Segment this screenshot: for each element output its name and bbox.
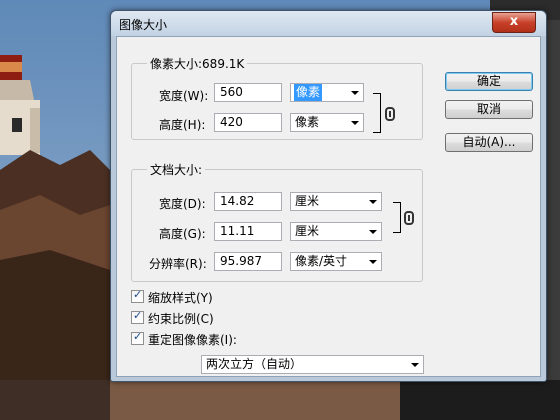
scale-styles-checkbox[interactable]: ✓ bbox=[131, 288, 144, 303]
cancel-button[interactable]: 取消 bbox=[445, 100, 533, 119]
title-bar[interactable]: 图像大小 x bbox=[111, 11, 546, 36]
resample-method-select[interactable]: 两次立方（自动） bbox=[201, 355, 424, 374]
doc-height-input[interactable]: 11.11 bbox=[214, 222, 282, 241]
constrain-proportions-checkbox[interactable]: ✓ bbox=[131, 309, 144, 324]
dialog-title: 图像大小 bbox=[119, 18, 168, 32]
doc-width-unit-value: 厘米 bbox=[295, 194, 320, 208]
doc-height-unit-value: 厘米 bbox=[295, 224, 320, 238]
chain-link-icon bbox=[404, 211, 414, 225]
pixel-height-label: 高度(H): bbox=[159, 118, 206, 132]
pixel-width-unit-value: 像素 bbox=[294, 84, 323, 101]
resolution-label: 分辨率(R): bbox=[149, 257, 207, 271]
close-button[interactable]: x bbox=[492, 12, 536, 33]
doc-height-label: 高度(G): bbox=[159, 227, 206, 241]
pixel-height-unit-value: 像素 bbox=[295, 115, 320, 129]
scale-styles-label: 缩放样式(Y) bbox=[148, 291, 213, 305]
pixel-height-input[interactable]: 420 bbox=[214, 113, 282, 132]
pixel-width-input[interactable]: 560 bbox=[214, 83, 282, 102]
auto-button[interactable]: 自动(A)... bbox=[445, 133, 533, 152]
resolution-unit-value: 像素/英寸 bbox=[295, 254, 348, 268]
resolution-unit-select[interactable]: 像素/英寸 bbox=[290, 252, 382, 271]
checkmark-icon: ✓ bbox=[133, 288, 143, 301]
chevron-down-icon bbox=[411, 363, 419, 367]
doc-width-unit-select[interactable]: 厘米 bbox=[290, 192, 382, 211]
doc-width-input[interactable]: 14.82 bbox=[214, 192, 282, 211]
pixel-width-unit-select[interactable]: 像素 bbox=[290, 83, 364, 102]
chevron-down-icon bbox=[351, 91, 359, 95]
pixel-height-unit-select[interactable]: 像素 bbox=[290, 113, 364, 132]
chevron-down-icon bbox=[369, 260, 377, 264]
image-size-dialog: 图像大小 x 像素大小:689.1K 宽度(W): 560 像素 高度(H): … bbox=[110, 10, 547, 382]
resample-method-value: 两次立方（自动） bbox=[206, 357, 303, 371]
doc-link-bracket bbox=[393, 202, 401, 233]
resample-checkbox[interactable]: ✓ bbox=[131, 330, 144, 345]
chevron-down-icon bbox=[369, 230, 377, 234]
checkmark-icon: ✓ bbox=[133, 309, 143, 322]
resample-label: 重定图像像素(I): bbox=[148, 333, 237, 347]
document-size-legend: 文档大小: bbox=[147, 161, 206, 178]
chain-link-icon bbox=[385, 107, 395, 121]
pixel-width-label: 宽度(W): bbox=[159, 89, 209, 103]
doc-width-label: 宽度(D): bbox=[159, 197, 206, 211]
doc-height-unit-select[interactable]: 厘米 bbox=[290, 222, 382, 241]
dialog-body: 像素大小:689.1K 宽度(W): 560 像素 高度(H): 420 像素 … bbox=[116, 36, 541, 377]
pixel-dimensions-legend: 像素大小:689.1K bbox=[147, 55, 248, 72]
pixel-link-bracket bbox=[373, 93, 381, 133]
resolution-input[interactable]: 95.987 bbox=[214, 252, 282, 271]
ok-button[interactable]: 确定 bbox=[445, 72, 533, 91]
chevron-down-icon bbox=[369, 200, 377, 204]
checkmark-icon: ✓ bbox=[133, 330, 143, 343]
chevron-down-icon bbox=[351, 121, 359, 125]
constrain-proportions-label: 约束比例(C) bbox=[148, 312, 214, 326]
close-icon: x bbox=[509, 14, 519, 29]
